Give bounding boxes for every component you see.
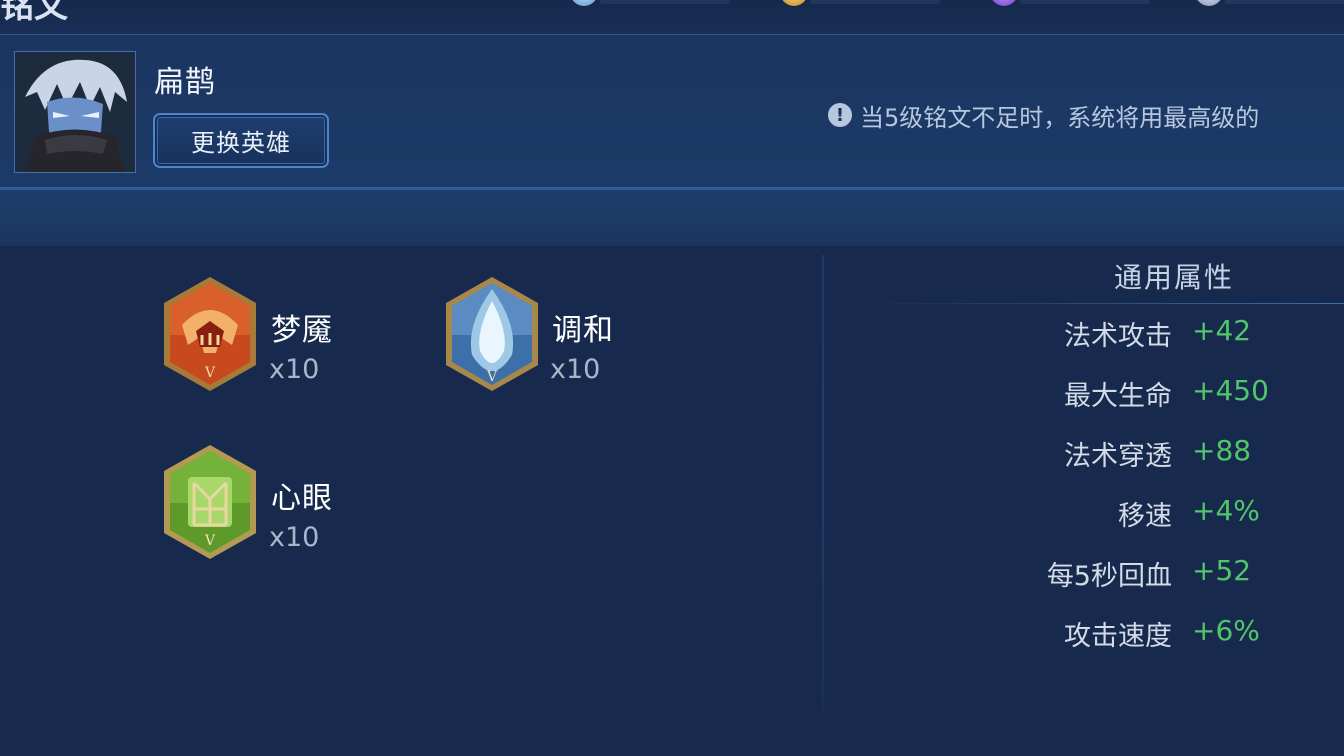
notice: ! 当5级铭文不足时，系统将用最高级的 [828,98,1344,132]
section-band [0,190,1344,246]
stat-value: +6% [1192,614,1260,647]
stat-label: 攻击速度 [1064,621,1172,652]
svg-text:V: V [204,365,216,381]
stat-value: +42 [1192,314,1252,347]
stat-row: 最大生命 +450 [900,374,1344,414]
hero-name: 扁鹊 [154,65,216,100]
crystal-icon [990,0,1018,6]
svg-text:V: V [204,533,216,549]
rune-name: 梦魇 [271,313,333,348]
stat-value: +450 [1192,374,1269,407]
rune-name: 调和 [552,313,614,348]
stat-label: 法术穿透 [1064,441,1172,472]
gold-coin-icon [780,0,808,6]
stat-value: +52 [1192,554,1252,587]
change-hero-button[interactable]: 更换英雄 [153,113,329,168]
rune-count: x10 [269,354,320,385]
rune-item-blue[interactable]: V [442,275,552,405]
red-rune-icon: V [164,277,256,391]
stat-row: 法术穿透 +88 [900,434,1344,474]
stat-value: +88 [1192,434,1252,467]
notice-text: 当5级铭文不足时，系统将用最高级的 [860,103,1260,132]
exclamation-icon: ! [828,103,852,127]
stat-label: 最大生命 [1064,381,1172,412]
stat-label: 法术攻击 [1064,321,1172,352]
ticket-icon [1195,0,1223,6]
page-title: 铭文 [0,0,68,26]
stat-row: 每5秒回血 +52 [900,554,1344,594]
rune-item-red[interactable]: V [160,275,270,405]
stat-row: 攻击速度 +6% [900,614,1344,654]
stat-row: 移速 +4% [900,494,1344,534]
svg-text:V: V [486,369,498,385]
stat-row: 法术攻击 +42 [900,314,1344,354]
rune-name: 心眼 [271,481,333,516]
stats-title: 通用属性 [1114,261,1235,294]
hero-portrait-icon [15,52,135,172]
rune-count: x10 [550,354,601,385]
blue-rune-icon: V [446,277,538,391]
vertical-divider [822,255,824,715]
rune-count: x10 [269,522,320,553]
green-rune-icon: V [164,445,256,559]
stat-value: +4% [1192,494,1260,527]
top-bar: 铭文 [0,0,1344,35]
stats-divider [860,303,1344,304]
diamond-icon [570,0,598,6]
stat-label: 每5秒回血 [1046,561,1172,592]
hero-avatar[interactable] [14,51,136,173]
rune-item-green[interactable]: V [160,443,270,573]
stat-label: 移速 [1118,501,1172,532]
